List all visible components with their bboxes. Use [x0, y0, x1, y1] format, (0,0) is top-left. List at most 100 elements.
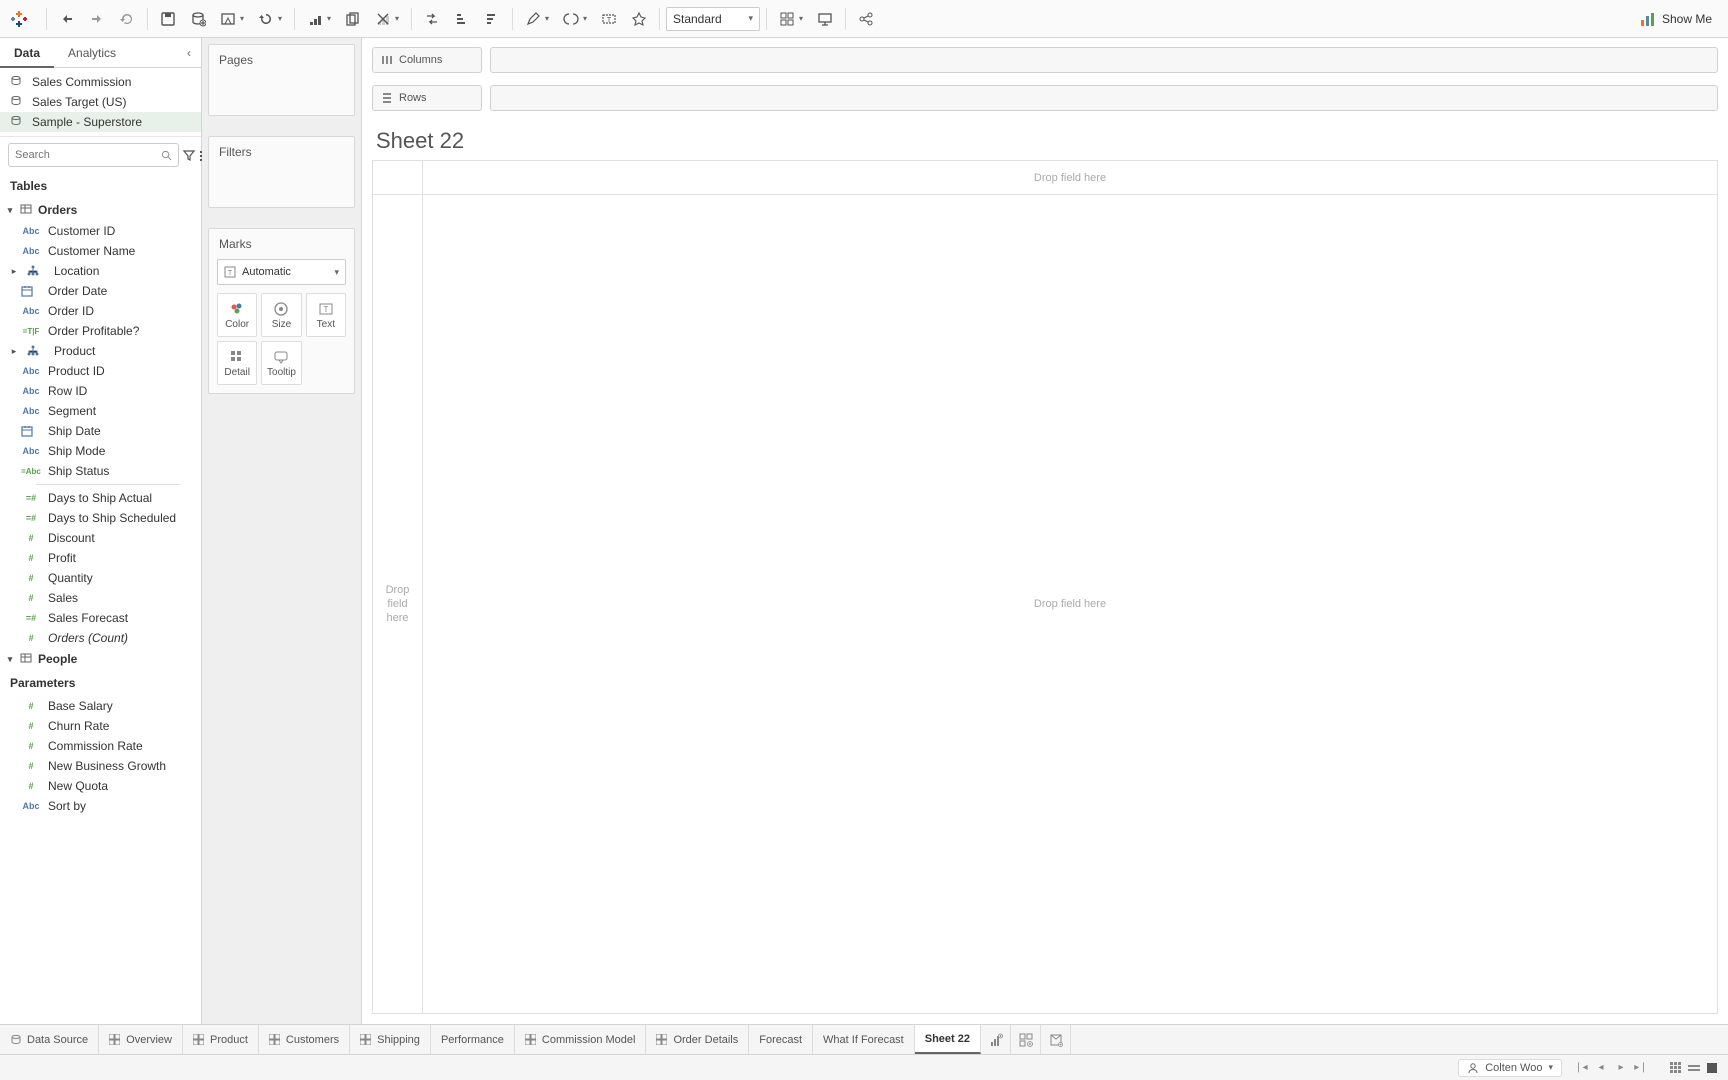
new-sheet-button[interactable] [981, 1025, 1011, 1054]
rows-shelf[interactable] [490, 85, 1718, 111]
show-me-button[interactable]: Show Me [1632, 7, 1720, 31]
field-item[interactable]: Ship Date [0, 421, 201, 441]
swap-button[interactable] [418, 5, 446, 33]
first-sheet-button[interactable]: ❘◂ [1572, 1059, 1590, 1077]
sheet-tab[interactable]: What If Forecast [813, 1025, 915, 1054]
sort-view-button[interactable] [1704, 1060, 1720, 1076]
group-dropdown[interactable]: ▾ [583, 14, 591, 23]
body-drop-target[interactable]: Drop field here [423, 195, 1717, 1013]
new-data-source-button[interactable] [184, 5, 212, 33]
columns-shelf[interactable] [490, 47, 1718, 73]
filter-fields-button[interactable] [183, 144, 195, 166]
field-search-input[interactable] [8, 143, 179, 167]
labels-button[interactable]: T [595, 5, 623, 33]
sheet-tab[interactable]: Performance [431, 1025, 515, 1054]
auto-update-dropdown[interactable]: ▾ [240, 14, 248, 23]
tab-data[interactable]: Data [0, 38, 54, 67]
mark-type-select[interactable]: T Automatic ▾ [217, 259, 346, 285]
data-source-item[interactable]: Sample - Superstore [0, 112, 201, 132]
search-input[interactable] [15, 149, 157, 161]
sheet-tab[interactable]: Overview [99, 1025, 183, 1054]
auto-update-button[interactable] [214, 5, 242, 33]
sheet-tab[interactable]: Forecast [749, 1025, 813, 1054]
row-drop-target[interactable]: Drop field here [373, 195, 422, 1013]
new-story-button[interactable] [1041, 1025, 1071, 1054]
field-item[interactable]: AbcSegment [0, 401, 201, 421]
viz-canvas[interactable]: Drop field here Drop field here Drop fie… [372, 160, 1718, 1014]
field-item[interactable]: AbcRow ID [0, 381, 201, 401]
field-item[interactable]: #Profit [0, 548, 201, 568]
show-cards-dropdown[interactable]: ▾ [799, 14, 807, 23]
field-item[interactable]: =AbcShip Status [0, 461, 201, 481]
undo-button[interactable] [53, 5, 81, 33]
mark-text-button[interactable]: TText [306, 293, 346, 337]
mark-size-button[interactable]: Size [261, 293, 301, 337]
field-item[interactable]: AbcOrder ID [0, 301, 201, 321]
field-item[interactable]: =T|FOrder Profitable? [0, 321, 201, 341]
pin-button[interactable] [625, 5, 653, 33]
sheet-tab[interactable]: Customers [259, 1025, 350, 1054]
field-item[interactable]: #Quantity [0, 568, 201, 588]
new-worksheet-dropdown[interactable]: ▾ [327, 14, 335, 23]
new-dashboard-button[interactable] [1011, 1025, 1041, 1054]
sheet-tab[interactable]: Commission Model [515, 1025, 647, 1054]
field-item[interactable]: ▸Location [0, 261, 201, 281]
sheet-tab[interactable]: Shipping [350, 1025, 431, 1054]
save-button[interactable] [154, 5, 182, 33]
sheet-tab[interactable]: Product [183, 1025, 259, 1054]
mark-detail-button[interactable]: Detail [217, 341, 257, 385]
group-button[interactable] [557, 5, 585, 33]
field-item[interactable]: AbcCustomer ID [0, 221, 201, 241]
parameter-item[interactable]: #Base Salary [0, 696, 201, 716]
parameter-item[interactable]: #Churn Rate [0, 716, 201, 736]
new-worksheet-button[interactable] [301, 5, 329, 33]
tab-view-button[interactable] [1668, 1060, 1684, 1076]
tab-analytics[interactable]: Analytics [54, 38, 130, 67]
refresh-dropdown[interactable]: ▾ [278, 14, 286, 23]
tab-data-source[interactable]: Data Source [0, 1025, 99, 1054]
redo-button[interactable] [83, 5, 111, 33]
parameter-item[interactable]: AbcSort by [0, 796, 201, 816]
clear-button[interactable] [369, 5, 397, 33]
data-source-item[interactable]: Sales Target (US) [0, 92, 201, 112]
pages-shelf[interactable]: Pages [208, 44, 355, 116]
refresh-button[interactable] [252, 5, 280, 33]
duplicate-button[interactable] [339, 5, 367, 33]
field-item[interactable]: =#Sales Forecast [0, 608, 201, 628]
col-drop-target[interactable]: Drop field here [423, 161, 1717, 195]
sort-asc-button[interactable] [448, 5, 476, 33]
field-item[interactable]: AbcProduct ID [0, 361, 201, 381]
field-item[interactable]: #Sales [0, 588, 201, 608]
filters-shelf[interactable]: Filters [208, 136, 355, 208]
table-header[interactable]: ▾People [0, 648, 201, 670]
mark-tooltip-button[interactable]: Tooltip [261, 341, 301, 385]
field-item[interactable]: ▸Product [0, 341, 201, 361]
mark-color-button[interactable]: Color [217, 293, 257, 337]
prev-sheet-button[interactable]: ◂ [1592, 1059, 1610, 1077]
highlight-dropdown[interactable]: ▾ [545, 14, 553, 23]
field-item[interactable]: AbcShip Mode [0, 441, 201, 461]
fit-mode-select[interactable]: Standard ▾ [666, 7, 760, 31]
parameter-item[interactable]: #New Quota [0, 776, 201, 796]
clear-dropdown[interactable]: ▾ [395, 14, 403, 23]
sheet-tab[interactable]: Sheet 22 [915, 1025, 981, 1054]
parameter-item[interactable]: #New Business Growth [0, 756, 201, 776]
table-header[interactable]: ▾Orders [0, 199, 201, 221]
share-button[interactable] [852, 5, 880, 33]
field-item[interactable]: #Orders (Count) [0, 628, 201, 648]
sheet-title[interactable]: Sheet 22 [362, 114, 1728, 160]
field-item[interactable]: AbcCustomer Name [0, 241, 201, 261]
show-cards-button[interactable] [773, 5, 801, 33]
filmstrip-view-button[interactable] [1686, 1060, 1702, 1076]
last-sheet-button[interactable]: ▸❘ [1632, 1059, 1650, 1077]
highlight-button[interactable] [519, 5, 547, 33]
field-item[interactable]: =#Days to Ship Scheduled [0, 508, 201, 528]
data-source-item[interactable]: Sales Commission [0, 72, 201, 92]
field-item[interactable]: Order Date [0, 281, 201, 301]
collapse-pane-button[interactable]: ‹ [177, 38, 201, 67]
parameter-item[interactable]: #Commission Rate [0, 736, 201, 756]
field-item[interactable]: #Discount [0, 528, 201, 548]
sort-desc-button[interactable] [478, 5, 506, 33]
sheet-tab[interactable]: Order Details [646, 1025, 749, 1054]
presentation-button[interactable] [811, 5, 839, 33]
